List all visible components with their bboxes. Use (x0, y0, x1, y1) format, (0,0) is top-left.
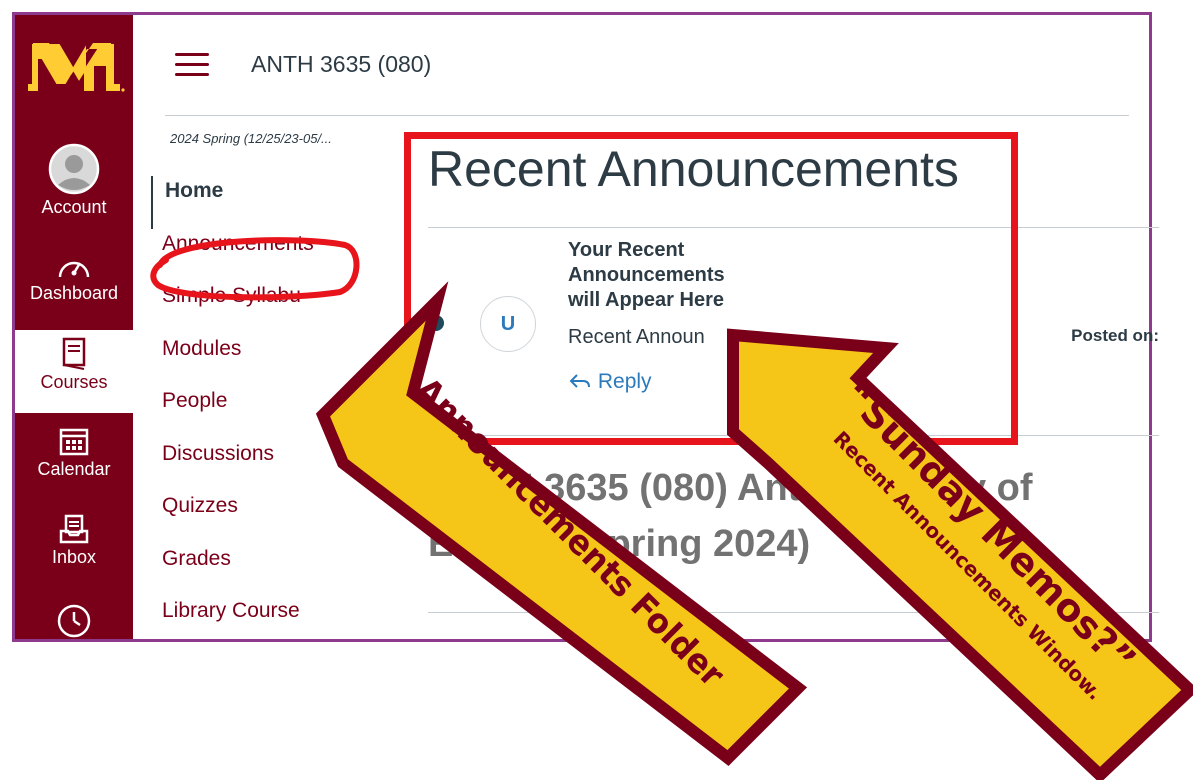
course-nav: 2024 Spring (12/25/23-05/... Home Announ… (150, 130, 390, 622)
account-avatar-icon (48, 143, 100, 195)
inbox-icon (59, 514, 89, 544)
courses-book-icon (62, 337, 86, 370)
course-nav-people[interactable]: People (150, 386, 390, 439)
term-label: 2024 Spring (12/25/23-05/... (170, 131, 332, 146)
nav-courses-label: Courses (40, 372, 108, 392)
course-nav-quizzes[interactable]: Quizzes (150, 491, 390, 544)
recent-announcements-highlight (404, 132, 1018, 445)
course-nav-home[interactable]: Home (151, 176, 390, 229)
course-page-heading: ANTH 3635 (080) Anthropology of Europe (… (428, 460, 1033, 572)
course-title: ANTH 3635 (080) (251, 51, 432, 77)
nav-calendar-label: Calendar (37, 459, 111, 479)
divider (428, 612, 1159, 613)
nav-calendar[interactable]: Calendar (15, 425, 133, 479)
nav-history[interactable] (15, 603, 133, 639)
nav-inbox[interactable]: Inbox (15, 513, 133, 567)
course-nav-discussions[interactable]: Discussions (150, 439, 390, 492)
hamburger-menu-icon[interactable] (175, 53, 209, 77)
page-heading-line: ANTH 3635 (080) Anthropology of (428, 467, 1033, 509)
header-divider (165, 115, 1129, 116)
course-nav-grades[interactable]: Grades (150, 544, 390, 597)
global-nav: Account Dashboard Courses Calendar Inbox (15, 15, 133, 639)
course-nav-modules[interactable]: Modules (150, 334, 390, 387)
course-nav-syllabus[interactable]: Simple Syllabu (150, 281, 390, 334)
nav-courses[interactable]: Courses (15, 330, 133, 413)
university-logo-icon[interactable] (15, 15, 133, 107)
nav-inbox-label: Inbox (51, 547, 97, 567)
calendar-icon (59, 428, 89, 456)
course-nav-library[interactable]: Library Course (150, 596, 390, 622)
posted-on-label: Posted on: (1071, 326, 1159, 345)
nav-dashboard-label: Dashboard (29, 283, 119, 303)
course-nav-announcements[interactable]: Announcements (150, 229, 390, 282)
course-header: ANTH 3635 (080) (133, 15, 1149, 117)
clock-icon (57, 604, 91, 638)
nav-account-label: Account (41, 197, 107, 217)
dashboard-gauge-icon (58, 261, 90, 278)
page-heading-line: Europe (Spring 2024) (428, 523, 811, 565)
nav-account[interactable]: Account (15, 143, 133, 217)
nav-dashboard[interactable]: Dashboard (15, 251, 133, 303)
